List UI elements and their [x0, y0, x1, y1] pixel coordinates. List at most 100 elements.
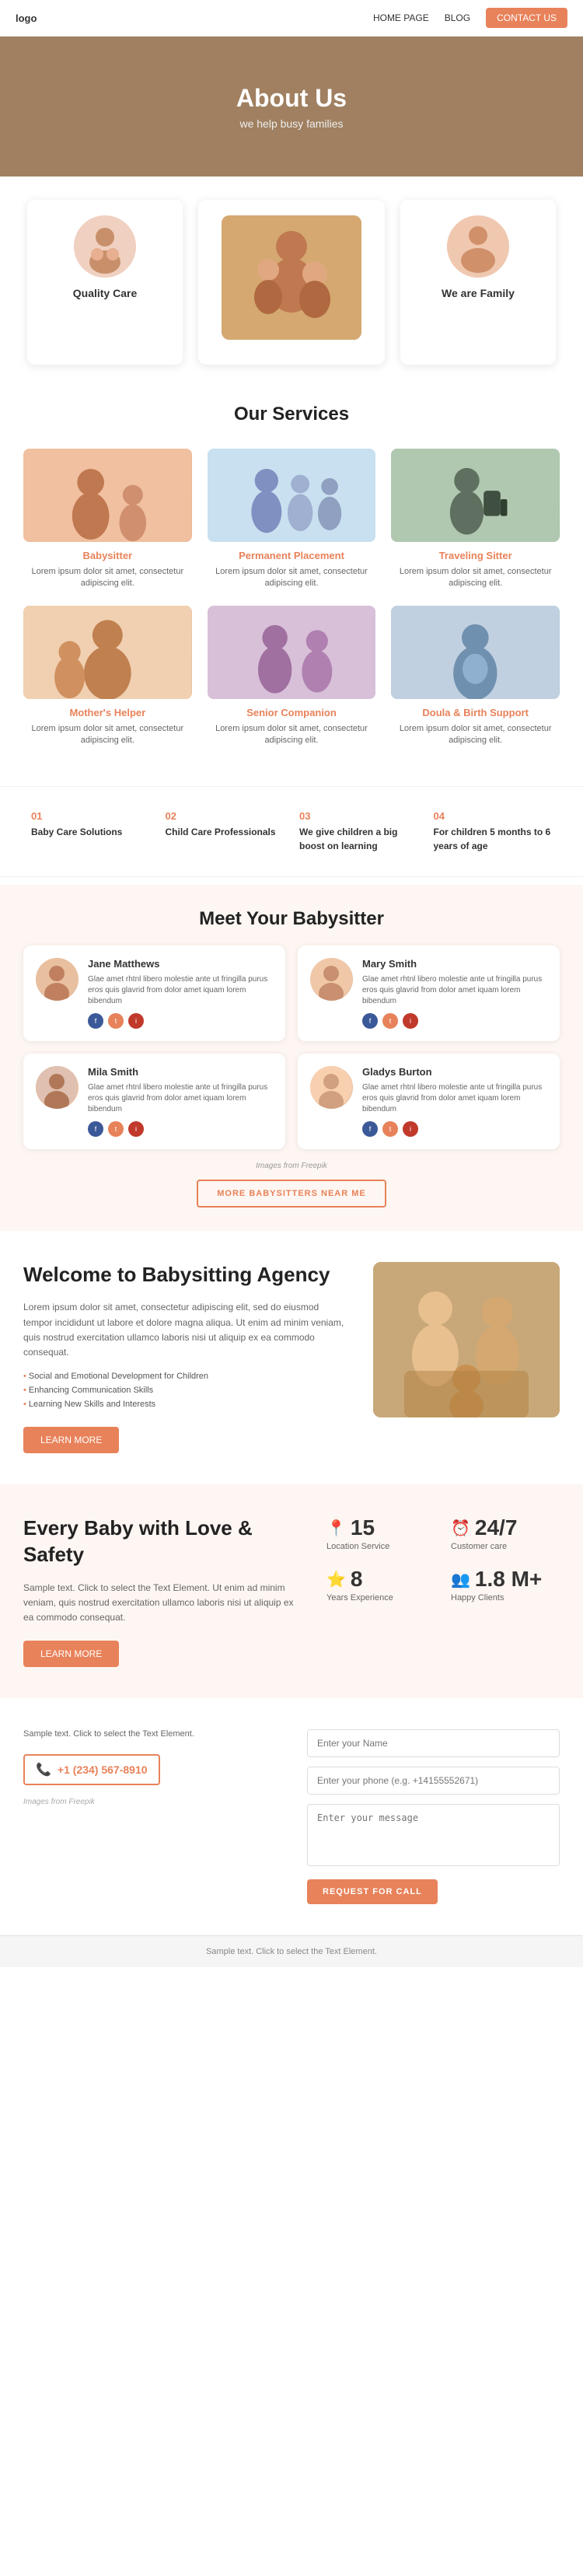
- phone-button[interactable]: 📞 +1 (234) 567-8910: [23, 1754, 160, 1785]
- stat-num-3: 04: [434, 810, 553, 822]
- babysitter-gladys-text: Glae amet rhtnl libero molestie ante ut …: [362, 1082, 547, 1115]
- stat-location-label: Location Service: [326, 1542, 435, 1551]
- stat-item-3: 04 For children 5 months to 6 years of a…: [426, 810, 560, 853]
- stat-customer-label: Customer care: [451, 1542, 560, 1551]
- form-phone-input[interactable]: [307, 1767, 560, 1795]
- stat-clients: 👥 1.8 M+ Happy Clients: [451, 1567, 560, 1603]
- mila-facebook-icon[interactable]: f: [88, 1121, 103, 1137]
- form-message-field: [307, 1804, 560, 1870]
- gladys-twitter-icon[interactable]: t: [382, 1121, 398, 1137]
- stat-clients-label: Happy Clients: [451, 1593, 560, 1603]
- footer-left: Sample text. Click to select the Text El…: [23, 1729, 276, 1904]
- stat-customer: ⏰ 24/7 Customer care: [451, 1515, 560, 1551]
- every-baby-learn-btn[interactable]: LEARN MORE: [23, 1641, 119, 1667]
- babysitter-jane: Jane Matthews Glae amet rhtnl libero mol…: [23, 945, 285, 1041]
- form-message-textarea[interactable]: [307, 1804, 560, 1866]
- babysitter-gladys-name: Gladys Burton: [362, 1066, 547, 1078]
- service-traveling: Traveling Sitter Lorem ipsum dolor sit a…: [391, 449, 560, 590]
- clock-icon: ⏰: [451, 1519, 470, 1538]
- more-btn-wrapper: MORE BABYSITTERS NEAR ME: [23, 1180, 560, 1208]
- feature-quality-care: Quality Care: [27, 200, 183, 365]
- stat-experience: ⭐ 8 Years Experience: [326, 1567, 435, 1603]
- feature-we-are-family: We are Family: [400, 200, 556, 365]
- jane-instagram-icon[interactable]: i: [128, 1013, 144, 1029]
- footer-section: Sample text. Click to select the Text El…: [0, 1698, 583, 1935]
- jane-twitter-icon[interactable]: t: [108, 1013, 124, 1029]
- service-mothers: Mother's Helper Lorem ipsum dolor sit am…: [23, 606, 192, 747]
- star-icon: ⭐: [326, 1570, 346, 1589]
- hero-title: About Us: [236, 84, 347, 113]
- phone-icon: 📞: [36, 1762, 51, 1777]
- service-babysitter-img: [23, 449, 192, 542]
- welcome-learn-btn[interactable]: LEARN MORE: [23, 1427, 119, 1453]
- phone-number: +1 (234) 567-8910: [58, 1763, 148, 1776]
- stat-item-1: 02 Child Care Professionals: [158, 810, 292, 853]
- service-permanent: Permanent Placement Lorem ipsum dolor si…: [208, 449, 376, 590]
- service-senior: Senior Companion Lorem ipsum dolor sit a…: [208, 606, 376, 747]
- service-mothers-img: [23, 606, 192, 699]
- every-baby-title: Every Baby with Love & Safety: [23, 1515, 295, 1568]
- gladys-facebook-icon[interactable]: f: [362, 1121, 378, 1137]
- welcome-list-item-0: Social and Emotional Development for Chi…: [23, 1369, 350, 1383]
- service-doula-text: Lorem ipsum dolor sit amet, consectetur …: [391, 723, 560, 747]
- we-are-family-avatar: [447, 215, 509, 278]
- services-grid: Babysitter Lorem ipsum dolor sit amet, c…: [23, 449, 560, 747]
- stat-label-2: We give children a big boost on learning: [299, 827, 397, 851]
- people-icon: 👥: [451, 1570, 470, 1589]
- babysitters-grid: Jane Matthews Glae amet rhtnl libero mol…: [23, 945, 560, 1149]
- service-mothers-title: Mother's Helper: [23, 707, 192, 718]
- mary-twitter-icon[interactable]: t: [382, 1013, 398, 1029]
- babysitter-mila-name: Mila Smith: [88, 1066, 273, 1078]
- welcome-description: Lorem ipsum dolor sit amet, consectetur …: [23, 1300, 350, 1360]
- logo: logo: [16, 12, 37, 24]
- stat-location-num: 📍 15: [326, 1515, 435, 1540]
- babysitter-gladys-social: f t i: [362, 1121, 547, 1137]
- stat-label-0: Baby Care Solutions: [31, 827, 122, 837]
- service-senior-text: Lorem ipsum dolor sit amet, consectetur …: [208, 723, 376, 747]
- babysitter-jane-avatar: [36, 958, 79, 1001]
- services-section: Our Services Babysitter Lorem ipsum dolo…: [0, 388, 583, 778]
- nav-contact-btn[interactable]: CONTACT US: [486, 8, 567, 28]
- quality-care-label: Quality Care: [43, 287, 167, 299]
- mary-instagram-icon[interactable]: i: [403, 1013, 418, 1029]
- nav-home[interactable]: HOME PAGE: [373, 12, 429, 23]
- mila-twitter-icon[interactable]: t: [108, 1121, 124, 1137]
- welcome-image: [373, 1262, 560, 1417]
- welcome-section: Welcome to Babysitting Agency Lorem ipsu…: [0, 1231, 583, 1485]
- babysitter-mary-social: f t i: [362, 1013, 547, 1029]
- service-senior-title: Senior Companion: [208, 707, 376, 718]
- babysitter-jane-name: Jane Matthews: [88, 958, 273, 970]
- mila-instagram-icon[interactable]: i: [128, 1121, 144, 1137]
- more-babysitters-btn[interactable]: MORE BABYSITTERS NEAR ME: [197, 1180, 386, 1208]
- welcome-title: Welcome to Babysitting Agency: [23, 1262, 350, 1288]
- form-submit-btn[interactable]: REQUEST FOR CALL: [307, 1879, 438, 1904]
- babysitter-jane-text: Glae amet rhtnl libero molestie ante ut …: [88, 974, 273, 1007]
- babysitter-gladys: Gladys Burton Glae amet rhtnl libero mol…: [298, 1054, 560, 1149]
- babysitter-gladys-info: Gladys Burton Glae amet rhtnl libero mol…: [362, 1066, 547, 1137]
- bottom-bar: Sample text. Click to select the Text El…: [0, 1935, 583, 1967]
- hero-subtitle: we help busy families: [239, 117, 343, 130]
- service-traveling-text: Lorem ipsum dolor sit amet, consectetur …: [391, 566, 560, 590]
- jane-facebook-icon[interactable]: f: [88, 1013, 103, 1029]
- features-section: Quality Care We are Family: [0, 177, 583, 388]
- service-doula-img: [391, 606, 560, 699]
- service-traveling-title: Traveling Sitter: [391, 550, 560, 561]
- nav-blog[interactable]: BLOG: [445, 12, 470, 23]
- babysitter-mary: Mary Smith Glae amet rhtnl libero molest…: [298, 945, 560, 1041]
- babysitter-jane-social: f t i: [88, 1013, 273, 1029]
- footer-form: REQUEST FOR CALL: [307, 1729, 560, 1904]
- gladys-instagram-icon[interactable]: i: [403, 1121, 418, 1137]
- every-baby-left: Every Baby with Love & Safety Sample tex…: [23, 1515, 295, 1667]
- stat-num-0: 01: [31, 810, 150, 822]
- hero-section: About Us we help busy families: [0, 37, 583, 177]
- feature-center: [198, 200, 385, 365]
- location-icon: 📍: [326, 1519, 346, 1538]
- service-babysitter-title: Babysitter: [23, 550, 192, 561]
- babysitter-mila-avatar: [36, 1066, 79, 1109]
- welcome-list: Social and Emotional Development for Chi…: [23, 1369, 350, 1411]
- form-name-input[interactable]: [307, 1729, 560, 1757]
- services-title: Our Services: [23, 404, 560, 425]
- form-name-field: [307, 1729, 560, 1757]
- every-baby-stats: 📍 15 Location Service ⏰ 24/7 Customer ca…: [326, 1515, 560, 1603]
- mary-facebook-icon[interactable]: f: [362, 1013, 378, 1029]
